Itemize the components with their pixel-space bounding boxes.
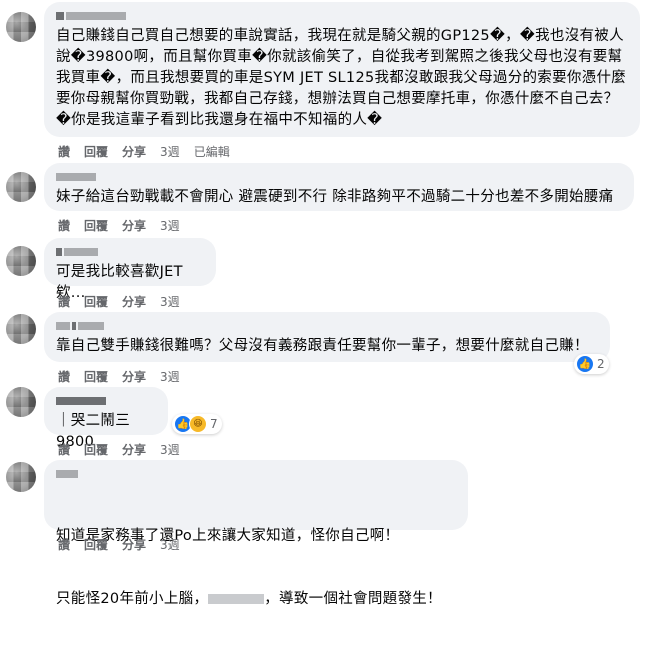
blurred-author-name[interactable] (56, 395, 156, 407)
share-link[interactable]: 分享 (122, 293, 146, 310)
comment-text-line-2: 只能怪20年前小上腦， ，導致一個社會問題發生！ (56, 589, 456, 610)
comment-actions: 讚 回覆 分享 3週 (58, 217, 180, 234)
timestamp[interactable]: 3週 (160, 536, 180, 553)
like-reaction-icon: 👍 (576, 355, 594, 373)
avatar[interactable] (6, 387, 36, 417)
share-link[interactable]: 分享 (122, 441, 146, 458)
share-link[interactable]: 分享 (122, 368, 146, 385)
blurred-author-name[interactable] (56, 10, 628, 22)
blurred-author-name[interactable] (56, 171, 622, 183)
reply-link[interactable]: 回覆 (84, 217, 108, 234)
share-link[interactable]: 分享 (122, 217, 146, 234)
comment-actions: 讚 回覆 分享 3週 (58, 368, 180, 385)
like-link[interactable]: 讚 (58, 441, 70, 458)
haha-reaction-icon: 😆 (189, 415, 207, 433)
comment-actions: 讚 回覆 分享 3週 (58, 441, 180, 458)
comment-bubble: 知道是家務事了還Po上來讓大家知道，怪你自己啊！ 只能怪20年前小上腦， ，導致一… (44, 460, 468, 607)
like-link[interactable]: 讚 (58, 293, 70, 310)
comment-actions: 讚 回覆 分享 3週 (58, 536, 180, 553)
comment-actions: 讚 回覆 分享 3週 已編輯 (58, 143, 230, 160)
blurred-author-name[interactable] (56, 246, 204, 258)
like-link[interactable]: 讚 (58, 217, 70, 234)
blurred-author-name[interactable] (56, 320, 598, 332)
comment-text-part-a: 只能怪20年前小上腦， (56, 591, 209, 607)
timestamp[interactable]: 3週 (160, 293, 180, 310)
reply-link[interactable]: 回覆 (84, 536, 108, 553)
comment-text: 知道是家務事了還Po上來讓大家知道，怪你自己啊！ 只能怪20年前小上腦， ，導致一… (56, 484, 456, 652)
reply-link[interactable]: 回覆 (84, 143, 108, 160)
share-link[interactable]: 分享 (122, 536, 146, 553)
reply-link[interactable]: 回覆 (84, 441, 108, 458)
reaction-summary[interactable]: 👍 2 (574, 354, 609, 374)
comment-bubble: 妹子給這台勁戰載不會開心 避震硬到不行 除非路夠平不過騎二十分也差不多開始腰痛 (44, 163, 634, 211)
reaction-summary[interactable]: 👍 😆 7 (172, 414, 222, 434)
comment-bubble: 可是我比較喜歡JET欸... (44, 238, 216, 301)
comment-bubble: 自己賺錢自己買自己想要的車說實話，我現在就是騎父親的GP125�，�我也沒有被人… (44, 2, 640, 137)
timestamp[interactable]: 3週 (160, 441, 180, 458)
comment-bubble: ｜哭二鬧三9800 (44, 387, 168, 450)
like-link[interactable]: 讚 (58, 536, 70, 553)
comment-actions: 讚 回覆 分享 3週 (58, 293, 180, 310)
avatar[interactable] (6, 246, 36, 276)
avatar[interactable] (6, 314, 36, 344)
comment-text: 妹子給這台勁戰載不會開心 避震硬到不行 除非路夠平不過騎二十分也差不多開始腰痛 (56, 189, 614, 205)
avatar[interactable] (6, 172, 36, 202)
like-link[interactable]: 讚 (58, 143, 70, 160)
reaction-count: 2 (597, 357, 605, 371)
timestamp[interactable]: 3週 (160, 217, 180, 234)
reply-link[interactable]: 回覆 (84, 368, 108, 385)
reply-link[interactable]: 回覆 (84, 293, 108, 310)
redacted-text (208, 594, 265, 604)
comment-text-part-b: ，導致一個社會問題發生！ (264, 591, 442, 607)
comment-bubble: 靠自己雙手賺錢很難嗎？父母沒有義務跟責任要幫你一輩子，想要什麼就自己賺！ (44, 312, 610, 362)
blurred-author-name[interactable] (56, 468, 456, 480)
comment-text: 自己賺錢自己買自己想要的車說實話，我現在就是騎父親的GP125�，�我也沒有被人… (56, 28, 627, 128)
share-link[interactable]: 分享 (122, 143, 146, 160)
comment-text: 靠自己雙手賺錢很難嗎？父母沒有義務跟責任要幫你一輩子，想要什麼就自己賺！ (56, 338, 589, 354)
avatar[interactable] (6, 12, 36, 42)
edited-label: 已編輯 (193, 145, 230, 159)
timestamp[interactable]: 3週 (160, 143, 180, 160)
like-link[interactable]: 讚 (58, 368, 70, 385)
avatar[interactable] (6, 462, 36, 492)
reaction-count: 7 (210, 417, 218, 431)
timestamp[interactable]: 3週 (160, 368, 180, 385)
